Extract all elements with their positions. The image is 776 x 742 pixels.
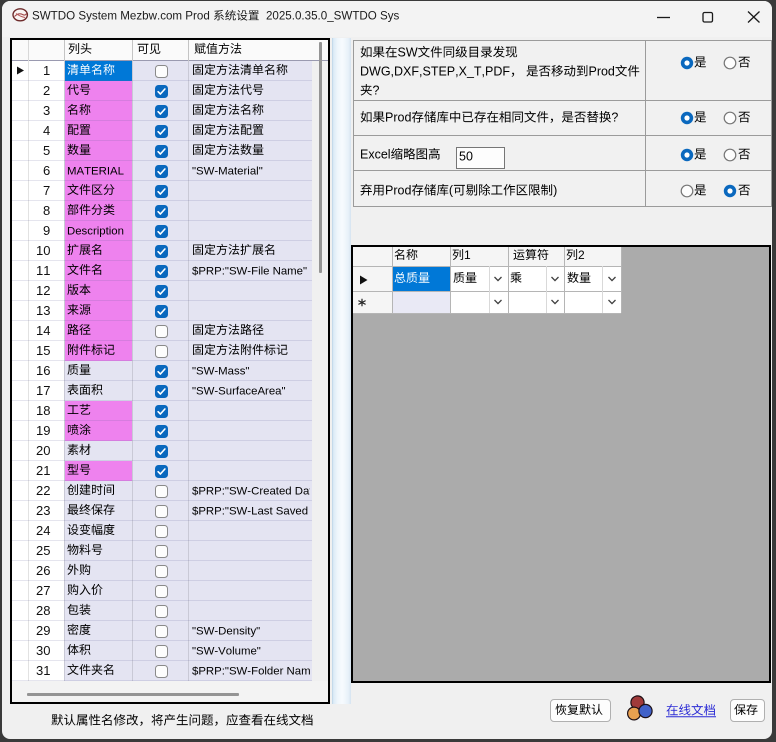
- svg-text:13: 13: [36, 303, 50, 318]
- svg-text:DWG,DXF,STEP,X_T,PDF: DWG,DXF,STEP,X_T,PDF: [360, 65, 510, 79]
- svg-text:Prod: Prod: [385, 183, 411, 197]
- svg-text:(: (: [449, 183, 454, 197]
- svg-text:1: 1: [43, 63, 50, 78]
- svg-text:2: 2: [43, 83, 50, 98]
- svg-text:16: 16: [36, 363, 50, 378]
- svg-text:25: 25: [36, 543, 50, 558]
- svg-text:11: 11: [36, 263, 50, 278]
- svg-text:"SW-Mass": "SW-Mass": [192, 365, 249, 377]
- svg-text:20: 20: [36, 443, 50, 458]
- svg-text:28: 28: [36, 603, 50, 618]
- svg-text:2025.0.35.0_SWTDO Sys: 2025.0.35.0_SWTDO Sys: [259, 10, 399, 23]
- svg-text:2: 2: [578, 248, 585, 262]
- svg-text:27: 27: [36, 583, 50, 598]
- svg-text:17: 17: [36, 383, 50, 398]
- svg-text:SWTDO System Mezbw.com Prod: SWTDO System Mezbw.com Prod: [32, 10, 213, 23]
- svg-text:31: 31: [36, 663, 50, 678]
- svg-text:?: ?: [611, 110, 618, 124]
- svg-text:26: 26: [36, 563, 50, 578]
- svg-text:15: 15: [36, 343, 50, 358]
- svg-text:21: 21: [36, 463, 50, 478]
- svg-text:$PRP:"SW-Last Saved Date": $PRP:"SW-Last Saved Date": [192, 505, 310, 517]
- svg-text:"SW-SurfaceArea": "SW-SurfaceArea": [192, 385, 286, 397]
- svg-text:4: 4: [43, 123, 50, 138]
- svg-text:22: 22: [36, 483, 50, 498]
- svg-text:10: 10: [36, 243, 50, 258]
- svg-text:12: 12: [36, 283, 50, 298]
- svg-text:24: 24: [36, 523, 50, 538]
- svg-text:Prod: Prod: [385, 110, 411, 124]
- svg-text:Prod: Prod: [588, 65, 614, 79]
- svg-text:8: 8: [43, 203, 50, 218]
- svg-text:): ): [553, 183, 557, 197]
- svg-text:"SW-Volume": "SW-Volume": [192, 645, 261, 657]
- svg-text:1: 1: [464, 248, 471, 262]
- svg-text:?: ?: [373, 83, 380, 97]
- svg-text:$PRP:"SW-Created Date": $PRP:"SW-Created Date": [192, 485, 310, 497]
- svg-text:23: 23: [36, 503, 50, 518]
- svg-text:9: 9: [43, 223, 50, 238]
- svg-text:14: 14: [36, 323, 50, 338]
- svg-text:"SW-Density": "SW-Density": [192, 625, 260, 637]
- svg-text:SW: SW: [398, 46, 418, 60]
- svg-text:MATERIAL: MATERIAL: [67, 165, 124, 177]
- svg-text:18: 18: [36, 403, 50, 418]
- svg-text:$PRP:"SW-File Name": $PRP:"SW-File Name": [192, 265, 307, 277]
- svg-text:50: 50: [459, 150, 473, 164]
- svg-text:29: 29: [36, 623, 50, 638]
- svg-text:Description: Description: [67, 225, 124, 237]
- svg-text:7: 7: [43, 183, 50, 198]
- svg-text:19: 19: [36, 423, 50, 438]
- svg-text:Excel: Excel: [360, 148, 391, 162]
- svg-text:5: 5: [43, 143, 50, 158]
- svg-text:$PRP:"SW-Folder Name": $PRP:"SW-Folder Name": [192, 665, 310, 677]
- svg-text:3: 3: [43, 103, 50, 118]
- svg-text:"SW-Material": "SW-Material": [192, 165, 263, 177]
- svg-text:6: 6: [43, 163, 50, 178]
- svg-text:30: 30: [36, 643, 50, 658]
